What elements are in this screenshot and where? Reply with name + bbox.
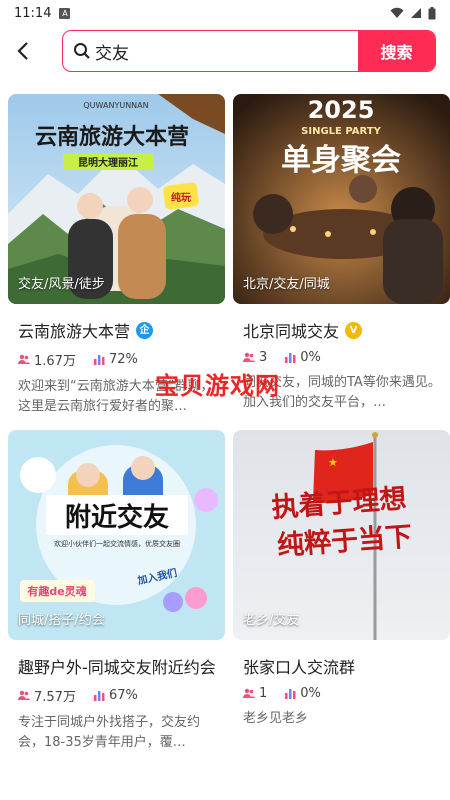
poster-headline: 附近交友 (65, 502, 169, 533)
member-count: 1 (259, 686, 268, 701)
wifi-icon (390, 7, 404, 18)
card-cover-image[interactable]: 附近交友 欢迎小伙伴们一起交流情感，优质交友圈 有趣de灵魂 加入我们 同城/搭… (8, 430, 225, 640)
status-icons (390, 6, 436, 20)
search-button[interactable]: 搜索 (358, 31, 435, 71)
group-card[interactable]: 附近交友 欢迎小伙伴们一起交流情感，优质交友圈 有趣de灵魂 加入我们 同城/搭… (8, 430, 225, 753)
search-bar: 搜索 (62, 30, 436, 72)
member-count: 7.57万 (34, 690, 76, 705)
poster-subtitle: 昆明大理丽江 (78, 156, 138, 169)
members-icon (243, 688, 255, 699)
card-title-row: 趣野户外-同城交友附近约会 (8, 654, 225, 678)
card-title: 云南旅游大本营 (18, 322, 131, 341)
member-count: 1.67万 (34, 354, 76, 369)
activity-rate: 0% (300, 686, 321, 701)
activity-rate: 67% (108, 688, 138, 703)
search-header: 搜索 (0, 28, 450, 74)
card-title-row: 北京同城交友 V (233, 318, 450, 342)
poster-headline: 单身聚会 (281, 143, 401, 178)
notification-a-icon: A (59, 7, 71, 19)
members-icon (18, 354, 30, 365)
card-cover-image[interactable]: 纯玩 QUWANYUNNAN 云南旅游大本营 昆明大理丽江 交友/风景/徒步 (8, 94, 225, 304)
battery-icon (428, 6, 436, 19)
card-title: 张家口人交流群 (243, 658, 356, 677)
poster-top-text: QUWANYUNNAN (83, 101, 148, 110)
card-tags: 同城/搭子/约会 (18, 613, 105, 628)
poster-subtitle: SINGLE PARTY (301, 126, 381, 137)
card-tags: 老乡/交友 (243, 613, 300, 628)
card-stats: 7.57万 67% (8, 686, 225, 705)
status-time: 11:14 (14, 5, 52, 21)
chevron-left-icon (17, 42, 28, 60)
signal-icon (411, 8, 421, 18)
activity-bars-icon (93, 354, 105, 365)
svg-text:★: ★ (328, 456, 338, 469)
search-input[interactable] (95, 31, 358, 71)
activity-bars-icon (285, 352, 296, 363)
activity-rate: 72% (108, 352, 138, 367)
poster-sticker: 纯玩 (171, 191, 191, 204)
card-tags: 交友/风景/徒步 (18, 277, 105, 292)
poster-year: 2025 (308, 96, 375, 124)
card-description: 专注于同城户外找搭子，交友约会，18-35岁青年用户，覆… (18, 715, 201, 750)
member-count: 3 (259, 350, 268, 365)
group-card[interactable]: ★ 执着于理想 纯粹于当下 老乡/交友 张家口人交流群 1 0% 老乡见老乡 (233, 430, 450, 749)
verified-badge-icon: V (345, 321, 363, 339)
card-title: 北京同城交友 (243, 322, 340, 341)
activity-bars-icon (93, 690, 105, 701)
card-title-row: 张家口人交流群 (233, 654, 450, 678)
activity-rate: 0% (300, 350, 321, 365)
status-bar: 11:14 A (0, 0, 450, 26)
card-tags: 北京/交友/同城 (243, 277, 330, 292)
enterprise-badge-icon: 企 (136, 321, 154, 339)
members-icon (18, 690, 30, 701)
site-watermark: 宝贝游戏网 (155, 372, 280, 400)
card-cover-image[interactable]: ★ 执着于理想 纯粹于当下 老乡/交友 (233, 430, 450, 640)
poster-subtitle: 欢迎小伙伴们一起交流情感，优质交友圈 (54, 539, 180, 548)
search-icon (63, 42, 95, 60)
card-title-row: 云南旅游大本营 企 (8, 318, 225, 342)
poster-fun-text: 有趣de灵魂 (27, 584, 86, 598)
card-stats: 1 0% (233, 686, 450, 701)
members-icon (243, 352, 255, 363)
card-description: 老乡见老乡 (243, 711, 309, 726)
card-title: 趣野户外-同城交友附近约会 (18, 658, 216, 677)
activity-bars-icon (285, 688, 296, 699)
poster-headline: 云南旅游大本营 (35, 124, 189, 150)
card-cover-image[interactable]: 2025 SINGLE PARTY 单身聚会 北京/交友/同城 (233, 94, 450, 304)
back-button[interactable] (0, 28, 46, 74)
card-stats: 3 0% (233, 350, 450, 365)
